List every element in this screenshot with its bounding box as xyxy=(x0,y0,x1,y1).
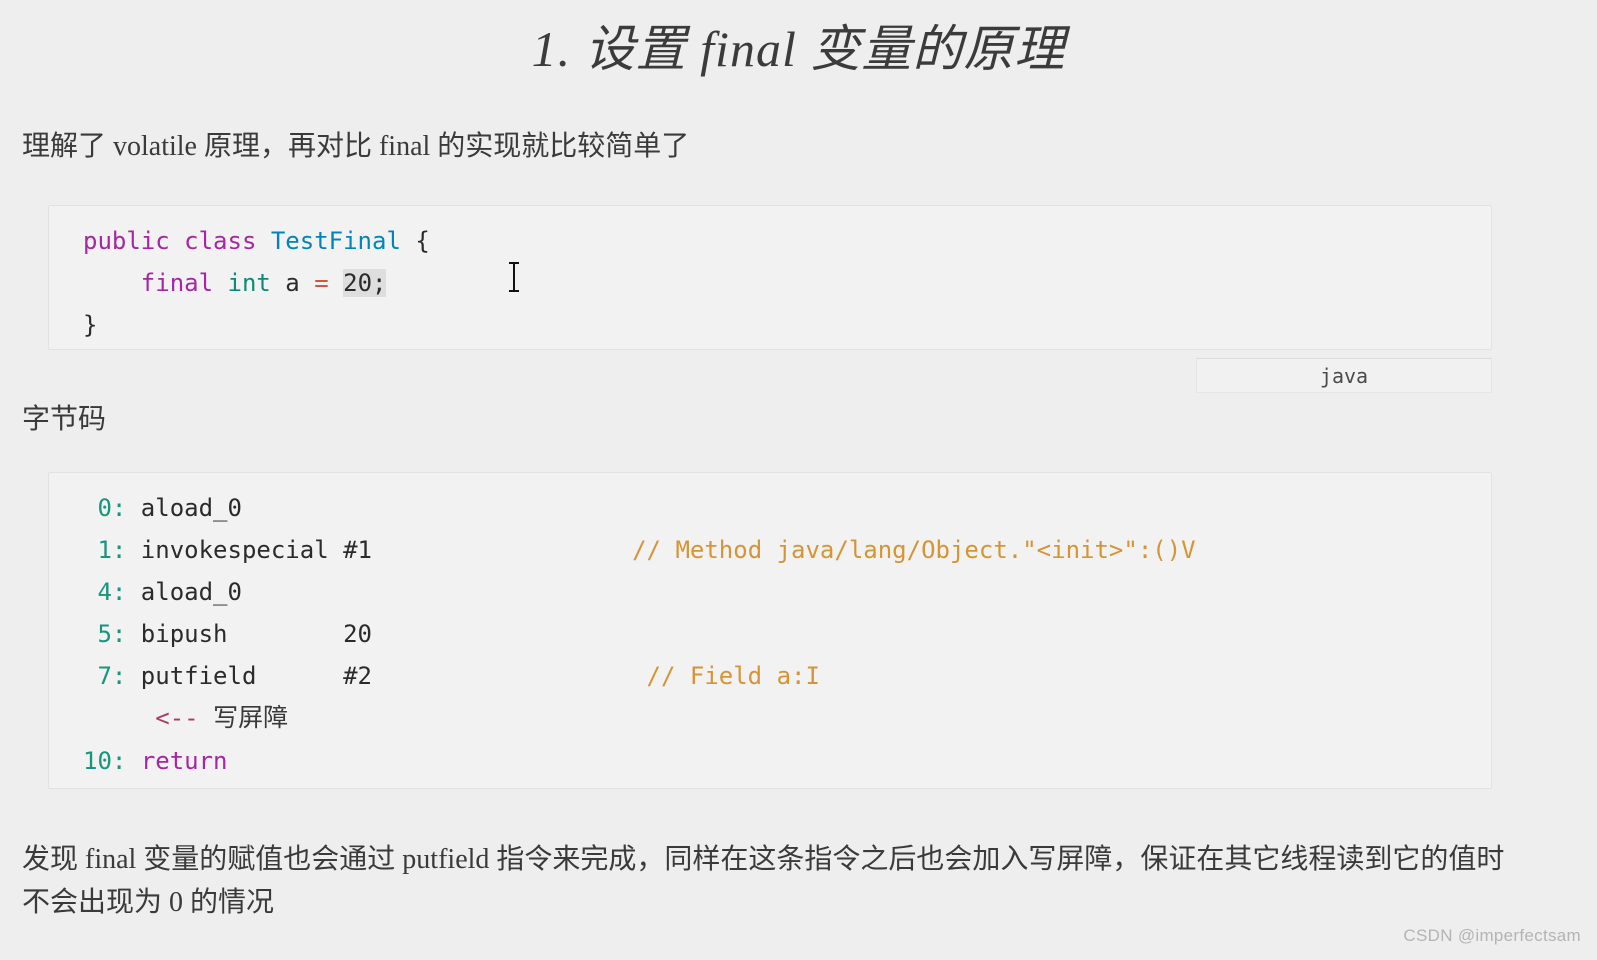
code-token: 写屏障 xyxy=(213,705,289,732)
code-token: 4: xyxy=(83,578,127,606)
code-token: return xyxy=(140,747,228,775)
code-token: bipush xyxy=(126,620,344,648)
code-token: aload_0 xyxy=(126,578,242,606)
code-token: 5: xyxy=(83,620,127,648)
code-line: 0: aload_0 xyxy=(49,487,1491,529)
code-token: putfield #2 xyxy=(126,662,647,690)
code-token: public class xyxy=(83,227,271,255)
code-token: } xyxy=(83,311,98,339)
bytecode-heading: 字节码 xyxy=(22,404,107,435)
code-token: aload_0 xyxy=(126,494,242,522)
code-token: = xyxy=(314,269,329,297)
code-line: <-- 写屏障 xyxy=(49,697,1491,740)
code-token: 7: xyxy=(83,662,127,690)
code-token: 20 xyxy=(343,620,373,648)
code-token: <-- xyxy=(155,704,199,732)
code-line: final int a = 20; xyxy=(49,262,1491,304)
document-page: 1. 设置 final 变量的原理 理解了 volatile 原理，再对比 fi… xyxy=(0,0,1597,960)
text-ibeam-cursor-icon xyxy=(507,262,521,292)
java-code-block[interactable]: public class TestFinal { final int a = 2… xyxy=(48,205,1492,350)
code-token: TestFinal xyxy=(270,227,401,255)
code-token: invokespecial #1 xyxy=(126,536,633,564)
code-line: 7: putfield #2 // Field a:I xyxy=(49,655,1491,697)
code-token: 0: xyxy=(83,494,127,522)
code-line: 1: invokespecial #1 // Method java/lang/… xyxy=(49,529,1491,571)
code-line: 10: return xyxy=(49,740,1491,782)
language-badge-label: java xyxy=(1319,363,1369,388)
java-code-lines: public class TestFinal { final int a = 2… xyxy=(49,220,1491,346)
code-token: 10: xyxy=(83,747,127,775)
watermark: CSDN @imperfectsam xyxy=(1403,926,1581,945)
language-badge[interactable]: java xyxy=(1196,358,1492,393)
code-token: int xyxy=(227,269,271,297)
code-token: final xyxy=(140,269,228,297)
code-token: 1: xyxy=(83,536,127,564)
bytecode-code-block[interactable]: 0: aload_0 1: invokespecial #1 // Method… xyxy=(48,472,1492,789)
intro-paragraph: 理解了 volatile 原理，再对比 final 的实现就比较简单了 xyxy=(22,131,690,162)
code-token: // Field a:I xyxy=(646,662,820,690)
code-token: { xyxy=(400,227,430,255)
code-line: 5: bipush 20 xyxy=(49,613,1491,655)
code-token: // Method java/lang/Object."<init>":()V xyxy=(632,536,1196,564)
code-token: 20; xyxy=(343,269,387,297)
code-line: public class TestFinal { xyxy=(49,220,1491,262)
code-line: } xyxy=(49,304,1491,346)
code-token: a xyxy=(270,269,315,297)
code-line: 4: aload_0 xyxy=(49,571,1491,613)
conclusion-paragraph: 发现 final 变量的赋值也会通过 putfield 指令来完成，同样在这条指… xyxy=(22,844,1505,919)
bytecode-code-lines: 0: aload_0 1: invokespecial #1 // Method… xyxy=(49,487,1491,782)
page-title: 1. 设置 final 变量的原理 xyxy=(531,21,1066,77)
